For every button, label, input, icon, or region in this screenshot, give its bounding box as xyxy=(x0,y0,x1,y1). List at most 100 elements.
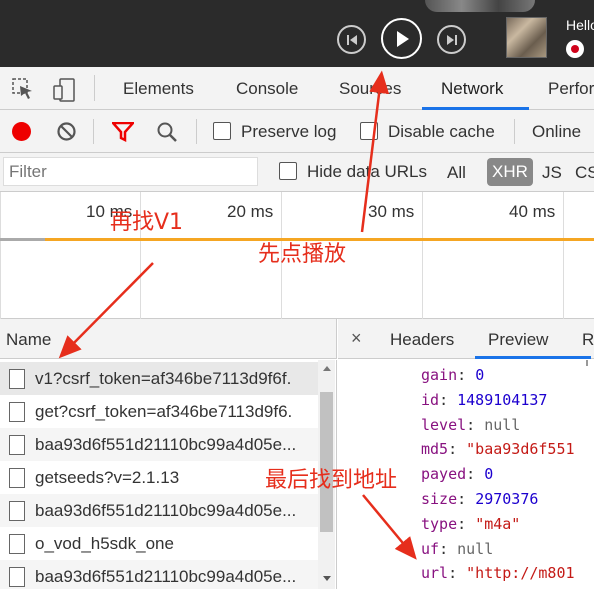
device-toolbar-icon[interactable] xyxy=(52,77,78,103)
json-value: null xyxy=(484,415,521,434)
inspect-element-icon[interactable] xyxy=(11,77,35,101)
json-property: type: "m4a" xyxy=(421,515,520,533)
request-name: v1?csrf_token=af346be7113d9f6f. xyxy=(35,368,292,388)
hide-data-urls-label: Hide data URLs xyxy=(307,162,428,181)
filter-input[interactable] xyxy=(3,157,258,186)
json-scroll-marker xyxy=(586,360,588,366)
json-colon: : xyxy=(457,514,476,533)
request-name: baa93d6f551d21110bc99a4d05e... xyxy=(35,566,297,586)
filter-type-all[interactable]: All xyxy=(447,163,466,183)
request-row[interactable]: v1?csrf_token=af346be7113d9f6f. xyxy=(0,362,318,395)
clear-icon[interactable] xyxy=(56,121,77,142)
request-name: o_vod_h5sdk_one xyxy=(35,533,174,553)
json-colon: : xyxy=(439,539,458,558)
next-icon xyxy=(446,34,457,45)
filter-type-xhr-label: XHR xyxy=(492,162,528,181)
filter-icon[interactable] xyxy=(112,122,134,142)
json-colon: : xyxy=(466,465,485,484)
request-row[interactable]: get?csrf_token=af346be7113d9f6. xyxy=(0,395,318,428)
disable-cache-checkbox[interactable] xyxy=(360,122,378,140)
greeting-text: Hello xyxy=(566,17,594,33)
divider xyxy=(196,119,197,144)
request-name: get?csrf_token=af346be7113d9f6. xyxy=(35,401,293,421)
close-icon[interactable]: × xyxy=(351,328,362,349)
hide-data-urls-checkbox[interactable] xyxy=(279,162,297,180)
json-property: payed: 0 xyxy=(421,465,493,483)
detail-tab-bar: × Headers Preview R xyxy=(338,319,594,359)
previous-icon xyxy=(346,34,357,45)
request-row[interactable]: baa93d6f551d21110bc99a4d05e... xyxy=(0,428,318,461)
json-key: size xyxy=(421,490,458,508)
file-icon xyxy=(9,401,25,422)
json-colon: : xyxy=(448,440,467,459)
json-value: "http://m801 xyxy=(466,564,575,583)
filter-type-css[interactable]: CS xyxy=(575,163,594,183)
tab-network[interactable]: Network xyxy=(441,79,503,99)
json-property: level: null xyxy=(421,416,520,434)
json-key: uf xyxy=(421,539,440,558)
timeline-gridline xyxy=(0,192,1,319)
name-column-label: Name xyxy=(6,330,52,349)
timeline-gridline xyxy=(563,192,564,319)
json-value: null xyxy=(457,539,494,558)
tab-sources[interactable]: Sources xyxy=(339,79,401,99)
disable-cache-label: Disable cache xyxy=(388,122,495,141)
request-name: baa93d6f551d21110bc99a4d05e... xyxy=(35,434,297,454)
tab-response[interactable]: R xyxy=(582,330,594,350)
json-property: uf: null xyxy=(421,540,493,558)
devtools-tab-bar: Elements Console Sources Network Perfor xyxy=(0,67,594,110)
annotation-play-first: 先点播放 xyxy=(258,242,347,267)
play-button[interactable] xyxy=(381,18,422,59)
record-network-button[interactable] xyxy=(12,122,31,141)
json-value: 0 xyxy=(484,465,494,484)
json-colon: : xyxy=(439,390,458,409)
record-icon[interactable] xyxy=(566,40,584,58)
json-value: 0 xyxy=(475,366,485,384)
tab-performance[interactable]: Perfor xyxy=(548,79,594,99)
file-icon xyxy=(9,500,25,521)
scroll-down-arrow-icon[interactable] xyxy=(323,576,331,581)
request-row[interactable]: baa93d6f551d21110bc99a4d05e... xyxy=(0,560,318,589)
divider xyxy=(94,75,95,101)
annotation-find-address: 最后找到地址 xyxy=(265,468,398,493)
filter-type-js[interactable]: JS xyxy=(542,163,562,183)
search-icon[interactable] xyxy=(156,121,178,143)
file-icon xyxy=(9,467,25,488)
divider xyxy=(514,119,515,144)
filter-type-xhr[interactable]: XHR xyxy=(487,158,533,186)
timeline-tick-label: 30 ms xyxy=(368,202,415,221)
throttling-select[interactable]: Online xyxy=(532,122,581,142)
json-property: id: 1489104137 xyxy=(421,391,547,409)
tab-elements[interactable]: Elements xyxy=(123,79,194,99)
file-icon xyxy=(9,533,25,554)
active-detail-tab-indicator xyxy=(475,356,591,359)
tab-console[interactable]: Console xyxy=(236,79,298,99)
next-track-button[interactable] xyxy=(437,25,466,54)
previous-track-button[interactable] xyxy=(337,25,366,54)
json-key: payed xyxy=(421,465,467,484)
timeline-tick-label: 40 ms xyxy=(509,202,556,221)
file-icon xyxy=(9,434,25,455)
json-property: size: 2970376 xyxy=(421,490,538,508)
json-key: gain xyxy=(421,366,458,384)
annotation-find-v1: 再找V1 xyxy=(110,210,184,235)
json-colon: : xyxy=(448,564,467,583)
network-toolbar: Preserve log Disable cache Online xyxy=(0,110,594,153)
song-thumbnail[interactable] xyxy=(506,17,547,58)
divider xyxy=(93,119,94,144)
music-player-bar: Hello xyxy=(0,0,594,67)
preserve-log-checkbox[interactable] xyxy=(213,122,231,140)
json-property: gain: 0 xyxy=(421,366,484,384)
json-colon: : xyxy=(457,490,476,508)
timeline-request-bar-start xyxy=(0,238,45,241)
requests-column-header[interactable]: Name xyxy=(0,319,337,359)
json-colon: : xyxy=(466,415,485,434)
file-icon xyxy=(9,368,25,389)
filter-bar: Hide data URLs All XHR JS CS xyxy=(0,153,594,192)
scroll-up-arrow-icon[interactable] xyxy=(323,366,331,371)
request-row[interactable]: o_vod_h5sdk_one xyxy=(0,527,318,560)
tab-preview[interactable]: Preview xyxy=(488,330,548,350)
request-row[interactable]: baa93d6f551d21110bc99a4d05e... xyxy=(0,494,318,527)
timeline-tick-label: 20 ms xyxy=(227,202,274,221)
tab-headers[interactable]: Headers xyxy=(390,330,454,350)
